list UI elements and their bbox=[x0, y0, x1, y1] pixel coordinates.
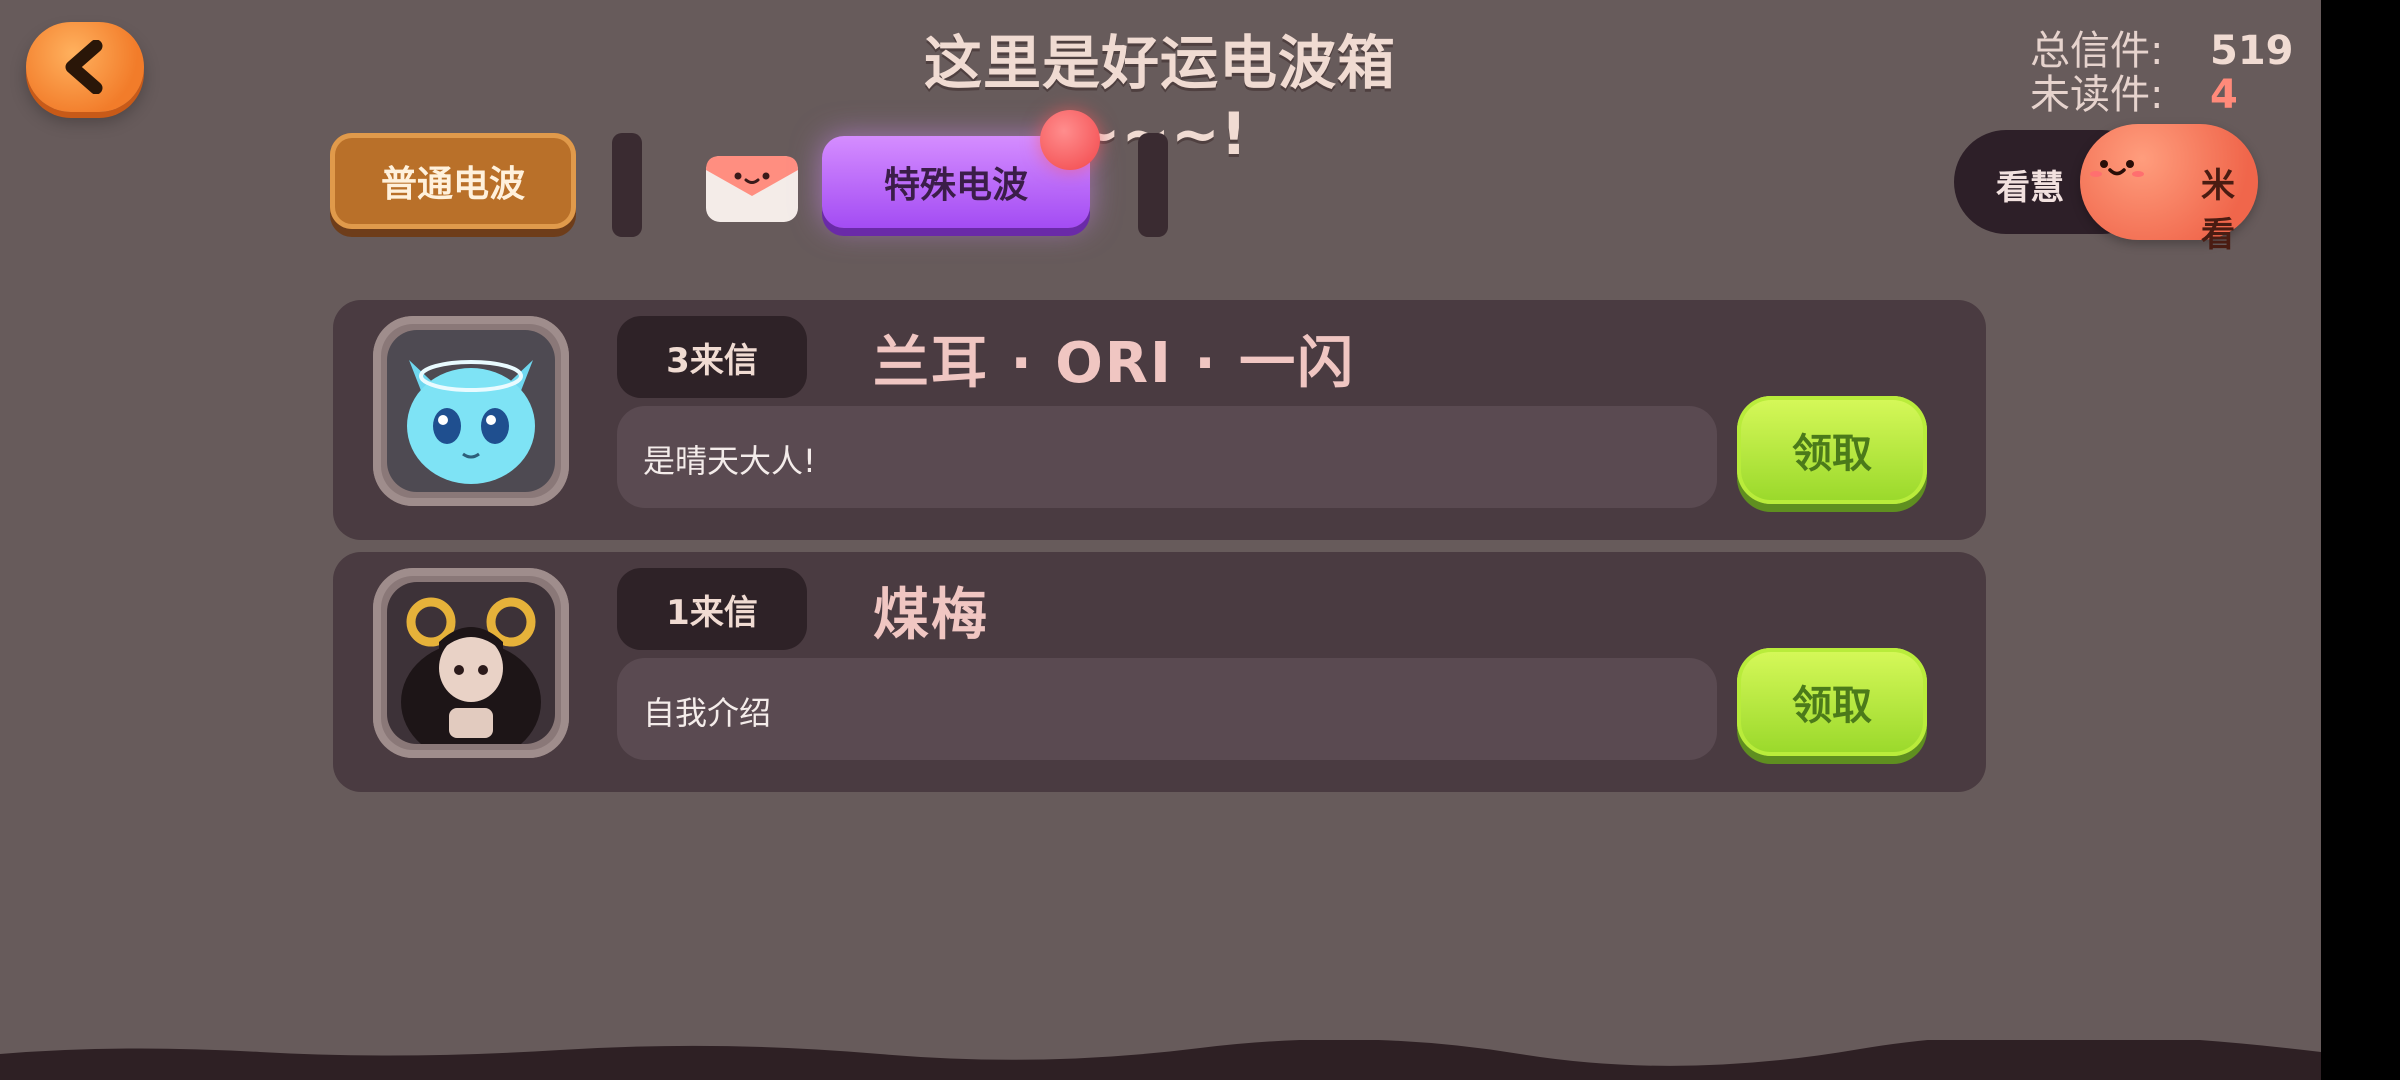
message-text: 是晴天大人! bbox=[643, 442, 816, 480]
notification-dot bbox=[1040, 110, 1100, 170]
watch-mascot-button[interactable]: 米看 bbox=[2080, 124, 2258, 255]
mascot-face-icon bbox=[2090, 160, 2144, 177]
tab-divider bbox=[612, 133, 642, 237]
claim-button[interactable]: 领取 bbox=[1737, 396, 1927, 504]
avatar-dark-hair-character-icon bbox=[387, 582, 555, 744]
tab-normal-wave[interactable]: 普通电波 bbox=[330, 133, 576, 229]
unread-mail-label: 未读件: bbox=[2030, 72, 2164, 118]
letter-card: 3来信 兰耳 · ORI · 一闪 是晴天大人! 领取 bbox=[333, 300, 1986, 540]
sender-name: 兰耳 · ORI · 一闪 bbox=[873, 331, 1356, 396]
tab-divider bbox=[1138, 133, 1168, 237]
back-button[interactable] bbox=[26, 22, 144, 112]
unread-mail-count: 4 bbox=[2210, 72, 2238, 118]
screen-edge bbox=[2321, 0, 2400, 1080]
app-screen: 这里是好运电波箱~~~! 总信件: 519 未读件: 4 普通电波 特殊电波 看… bbox=[0, 0, 2321, 1080]
watch-button-label-left: 看慧 bbox=[1996, 168, 2064, 208]
ground-decoration bbox=[0, 1040, 2321, 1080]
sender-name: 煤梅 bbox=[873, 583, 989, 648]
avatar-blue-creature-icon bbox=[387, 330, 555, 492]
watch-button-label-right: 米看 bbox=[2201, 166, 2235, 255]
letter-count-badge: 3来信 bbox=[617, 316, 807, 398]
letter-count-badge: 1来信 bbox=[617, 568, 807, 650]
mail-counters: 总信件: 519 未读件: 4 bbox=[2030, 18, 2300, 118]
message-preview[interactable]: 自我介绍 bbox=[617, 658, 1717, 760]
claim-button[interactable]: 领取 bbox=[1737, 648, 1927, 756]
total-mail-count: 519 bbox=[2210, 28, 2294, 74]
message-preview[interactable]: 是晴天大人! bbox=[617, 406, 1717, 508]
message-text: 自我介绍 bbox=[643, 694, 772, 732]
avatar[interactable] bbox=[373, 316, 569, 506]
avatar[interactable] bbox=[373, 568, 569, 758]
envelope-icon bbox=[706, 156, 798, 222]
letter-card: 1来信 煤梅 自我介绍 领取 bbox=[333, 552, 1986, 792]
chevron-left-icon bbox=[65, 40, 103, 94]
